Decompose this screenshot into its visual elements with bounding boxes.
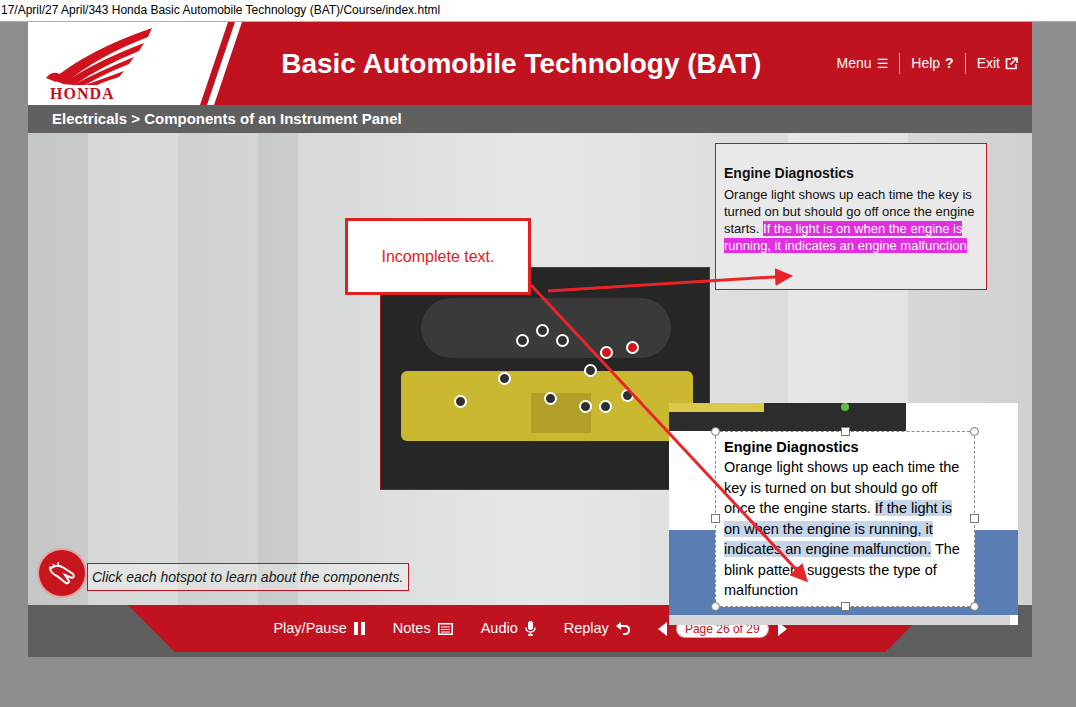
replay-button[interactable]: Replay <box>564 618 630 640</box>
annotation-arrows-icon <box>0 0 1076 707</box>
hotspot[interactable] <box>599 400 612 413</box>
hotspot[interactable] <box>621 389 634 402</box>
instrument-panel-photo <box>380 267 710 490</box>
replay-icon <box>616 622 630 635</box>
notes-label: Notes <box>393 618 431 640</box>
breadcrumb-bar: Electricals > Components of an Instrumen… <box>28 105 1032 133</box>
pause-icon <box>354 622 365 635</box>
exit-button[interactable]: Exit <box>965 53 1018 74</box>
breadcrumb: Electricals > Components of an Instrumen… <box>52 108 402 131</box>
selected-text-box[interactable]: Engine Diagnostics Orange light shows up… <box>715 431 975 607</box>
reference-screenshot: Engine Diagnostics Orange light shows up… <box>669 403 1018 625</box>
menu-label: Menu <box>837 53 872 74</box>
help-button[interactable]: Help ? <box>899 53 964 74</box>
course-header: HONDA Basic Automobile Technology (BAT) … <box>28 22 1032 105</box>
popup-body: Orange light shows up each time the key … <box>724 186 978 254</box>
hotspot[interactable] <box>579 400 592 413</box>
hotspot[interactable] <box>544 392 557 405</box>
exit-label: Exit <box>977 53 1000 74</box>
hotspot[interactable] <box>584 364 597 377</box>
honda-logo: HONDA <box>28 22 243 105</box>
review-annotation: Incomplete text. <box>345 218 531 295</box>
hotspot[interactable] <box>454 395 467 408</box>
hotspot[interactable] <box>600 346 613 359</box>
hotspot[interactable] <box>536 324 549 337</box>
hotspot[interactable] <box>498 372 511 385</box>
address-bar[interactable]: 17/April/27 April/343 Honda Basic Automo… <box>0 0 1076 22</box>
popup-title: Engine Diagnostics <box>724 164 978 182</box>
instruction-text: Click each hotspot to learn about the co… <box>92 567 403 588</box>
help-icon: ? <box>945 53 954 74</box>
menu-button[interactable]: Menu ☰ <box>826 53 900 74</box>
reference-title: Engine Diagnostics <box>724 437 966 457</box>
play-pause-button[interactable]: Play/Pause <box>273 618 364 640</box>
notes-icon <box>438 623 453 635</box>
help-label: Help <box>911 53 940 74</box>
engine-diagnostics-popup: Engine Diagnostics Orange light shows up… <box>715 143 987 290</box>
previous-page-icon[interactable] <box>658 622 667 636</box>
audio-button[interactable]: Audio <box>481 618 536 640</box>
course-title: Basic Automobile Technology (BAT) <box>281 43 761 85</box>
replay-label: Replay <box>564 618 609 640</box>
logo-text: HONDA <box>50 86 115 102</box>
audio-label: Audio <box>481 618 518 640</box>
header-nav: Menu ☰ Help ? Exit <box>826 22 1032 105</box>
play-pause-label: Play/Pause <box>273 618 346 640</box>
address-text: 17/April/27 April/343 Honda Basic Automo… <box>1 3 440 17</box>
microphone-icon <box>525 621 536 636</box>
notes-button[interactable]: Notes <box>393 618 453 640</box>
menu-icon: ☰ <box>877 54 889 74</box>
instruction-label: Click each hotspot to learn about the co… <box>87 563 409 591</box>
reference-body: Orange light shows up each time the key … <box>724 457 966 601</box>
annotation-text: Incomplete text. <box>382 245 495 269</box>
hotspot[interactable] <box>516 334 529 347</box>
hotspot[interactable] <box>626 341 639 354</box>
external-link-icon <box>1005 57 1018 70</box>
click-hand-icon <box>37 548 87 598</box>
hotspot[interactable] <box>556 334 569 347</box>
